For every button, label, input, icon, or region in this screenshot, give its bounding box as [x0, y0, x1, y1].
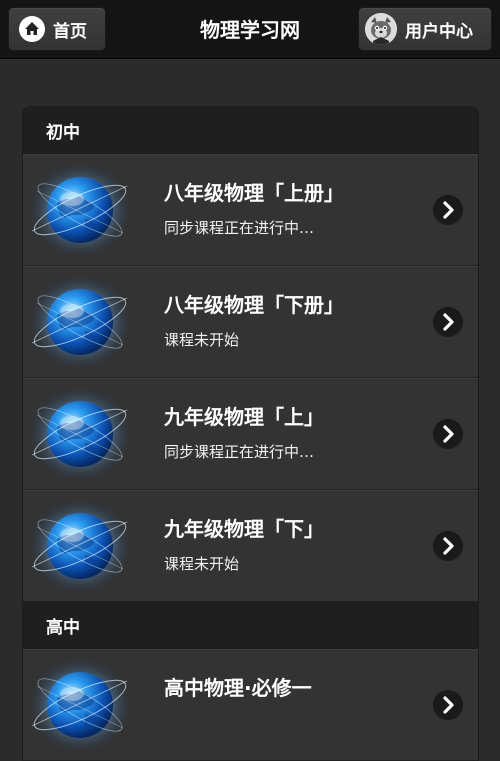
chevron-right-icon: [433, 690, 463, 720]
chevron-right-icon: [433, 307, 463, 337]
course-status: 同步课程正在进行中…: [164, 219, 315, 237]
top-bar: 首页 物理学习网 用户中心: [0, 0, 500, 59]
chevron-right-icon: [433, 419, 463, 449]
page-title: 物理学习网: [200, 18, 300, 42]
section-divider-junior: 初中: [23, 107, 478, 154]
globe-icon: [27, 273, 133, 371]
course-title: 九年级物理「下」: [164, 517, 324, 541]
course-item[interactable]: 八年级物理「上册」 同步课程正在进行中…: [23, 154, 478, 266]
course-title: 高中物理·必修一: [164, 676, 312, 700]
course-status: 课程未开始: [164, 555, 240, 573]
course-status: 同步课程正在进行中…: [164, 443, 315, 461]
course-title: 八年级物理「下册」: [164, 293, 344, 317]
home-button-label: 首页: [53, 21, 87, 42]
user-center-label: 用户中心: [405, 21, 473, 42]
section-divider-senior: 高中: [23, 602, 478, 649]
globe-icon: [27, 161, 133, 259]
course-item[interactable]: 九年级物理「下」 课程未开始: [23, 490, 478, 602]
chevron-right-icon: [433, 195, 463, 225]
globe-icon: [27, 497, 133, 595]
course-title: 八年级物理「上册」: [164, 181, 344, 205]
course-title: 九年级物理「上」: [164, 405, 324, 429]
home-button[interactable]: 首页: [8, 7, 106, 51]
avatar-icon: [365, 13, 397, 45]
user-center-button[interactable]: 用户中心: [358, 7, 492, 51]
course-list: 初中 八年级物理「上册」 同步课程正在进行中… 八年级物理「下册」 课程未开始 …: [22, 106, 479, 761]
course-item[interactable]: 九年级物理「上」 同步课程正在进行中…: [23, 378, 478, 490]
globe-icon: [27, 656, 133, 754]
home-icon: [19, 16, 45, 42]
course-item[interactable]: 高中物理·必修一: [23, 649, 478, 761]
chevron-right-icon: [433, 531, 463, 561]
course-status: 课程未开始: [164, 331, 240, 349]
course-item[interactable]: 八年级物理「下册」 课程未开始: [23, 266, 478, 378]
globe-icon: [27, 385, 133, 483]
